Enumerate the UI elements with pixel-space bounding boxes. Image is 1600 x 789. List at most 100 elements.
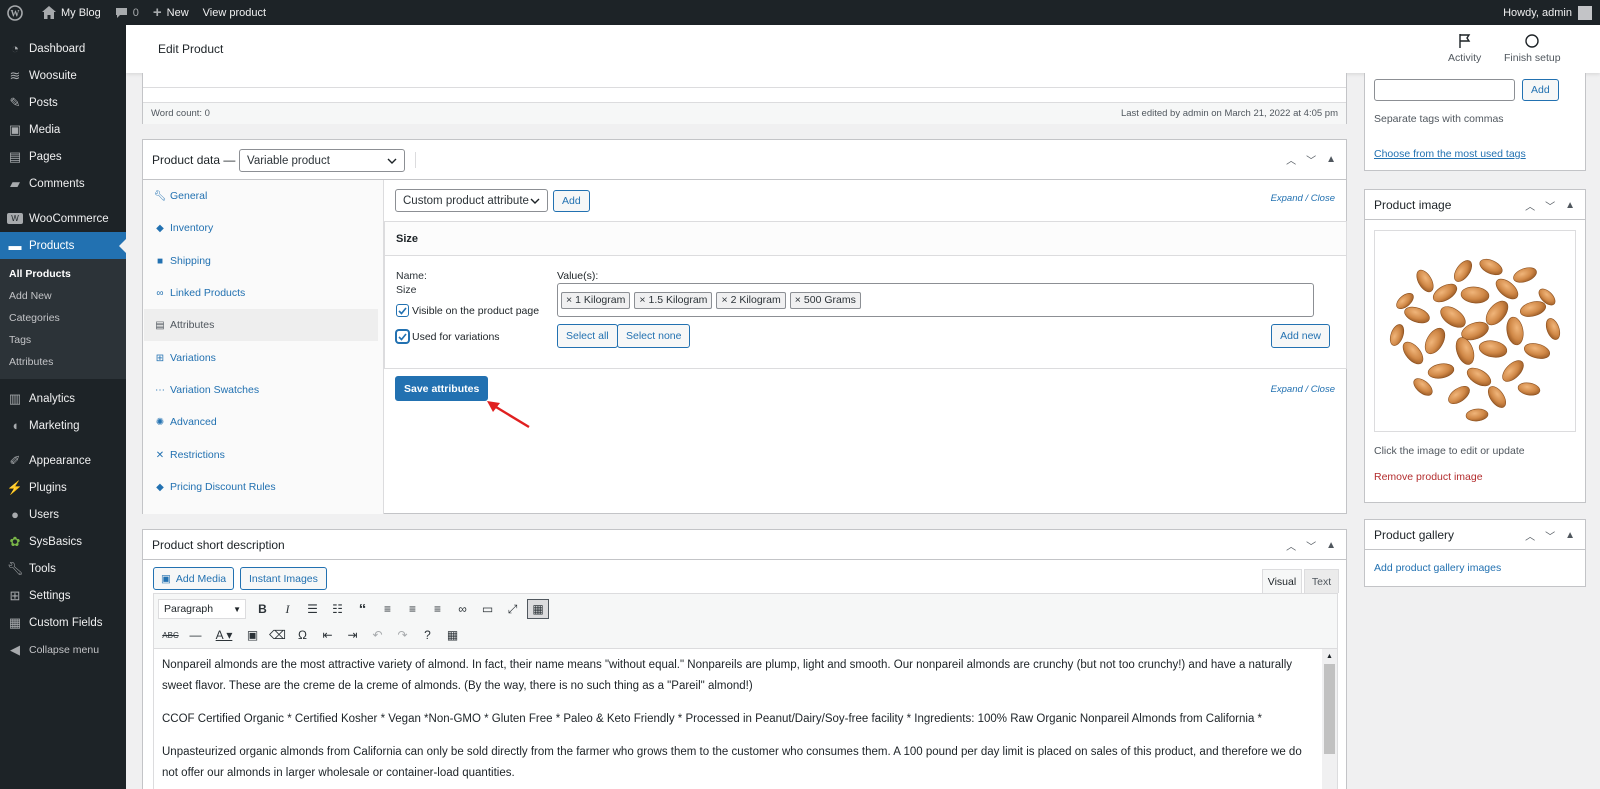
used-for-variations-checkbox[interactable] — [396, 330, 409, 343]
editor-content[interactable]: Nonpareil almonds are the most attractiv… — [153, 649, 1338, 789]
sidebar-item-users[interactable]: ● Users — [0, 501, 126, 528]
submenu-tags[interactable]: Tags — [0, 329, 126, 351]
align-left-icon[interactable]: ≡ — [375, 598, 400, 620]
visible-checkbox[interactable] — [396, 304, 409, 317]
sidebar-item-media[interactable]: ▣ Media — [0, 116, 126, 143]
attribute-header[interactable]: Size — [385, 222, 1346, 256]
toggle-panel-icon[interactable]: ▲ — [1565, 200, 1575, 211]
save-attributes-button[interactable]: Save attributes — [395, 376, 489, 401]
scroll-up-icon[interactable]: ▲ — [1322, 649, 1337, 664]
sidebar-item-posts[interactable]: ✎ Posts — [0, 89, 126, 116]
horizontal-line-icon[interactable]: — — [183, 624, 208, 646]
clear-formatting-icon[interactable]: ⌫ — [265, 624, 290, 646]
tab-pricing-discount-rules[interactable]: ◆ Pricing Discount Rules — [144, 471, 378, 503]
comments-link[interactable]: 0 — [108, 0, 146, 25]
choose-most-used-tags-link[interactable]: Choose from the most used tags — [1374, 148, 1526, 160]
add-tag-button[interactable]: Add — [1522, 79, 1559, 101]
my-account[interactable]: Howdy, admin — [1503, 5, 1600, 20]
sidebar-item-settings[interactable]: ⊞ Settings — [0, 582, 126, 609]
new-content-link[interactable]: + New — [146, 0, 196, 25]
value-token[interactable]: × 1 Kilogram — [561, 291, 631, 309]
move-down-icon[interactable]: ﹀ — [1545, 198, 1555, 213]
strikethrough-icon[interactable]: ABC — [158, 624, 183, 646]
remove-product-image-link[interactable]: Remove product image — [1374, 471, 1483, 483]
visual-tab[interactable]: Visual — [1262, 569, 1302, 593]
sidebar-item-tools[interactable]: 🔧︎ Tools — [0, 555, 126, 582]
submenu-add-new[interactable]: Add New — [0, 285, 126, 307]
toggle-panel-icon[interactable]: ▲ — [1565, 530, 1575, 541]
submenu-all-products[interactable]: All Products — [0, 263, 126, 285]
site-name-link[interactable]: My Blog — [35, 0, 108, 25]
select-none-button[interactable]: Select none — [617, 324, 691, 348]
indent-icon[interactable]: ⇥ — [340, 624, 365, 646]
add-media-button[interactable]: ▣ Add Media — [153, 567, 235, 590]
toggle-panel-icon[interactable]: ▲ — [1326, 154, 1336, 165]
values-input[interactable]: × 1 Kilogram × 1.5 Kilogram × 2 Kilogram × 5… — [557, 283, 1314, 317]
special-character-icon[interactable]: Ω — [290, 624, 315, 646]
select-all-button[interactable]: Select all — [557, 324, 618, 348]
remove-token-icon[interactable]: × — [566, 294, 572, 306]
sidebar-item-comments[interactable]: ▰ Comments — [0, 170, 126, 197]
submenu-attributes[interactable]: Attributes — [0, 351, 126, 373]
text-tab[interactable]: Text — [1304, 569, 1339, 593]
paste-text-icon[interactable]: ▣ — [240, 624, 265, 646]
align-right-icon[interactable]: ≡ — [425, 598, 450, 620]
instant-images-button[interactable]: Instant Images — [240, 567, 327, 590]
finish-setup-button[interactable]: Finish setup — [1504, 33, 1561, 64]
tab-shipping[interactable]: ■ Shipping — [144, 245, 378, 277]
wp-logo-menu[interactable]: W — [0, 0, 35, 25]
view-product-link[interactable]: View product — [196, 0, 273, 25]
scroll-down-icon[interactable]: ▼ — [1322, 784, 1337, 789]
tab-inventory[interactable]: ◆ Inventory — [144, 212, 378, 244]
fullscreen-icon[interactable]: ⤢ — [500, 598, 525, 620]
tab-variations[interactable]: ⊞ Variations — [144, 342, 378, 374]
expand-close-top[interactable]: Expand / Close — [1271, 193, 1335, 204]
sidebar-item-custom-fields[interactable]: ▦ Custom Fields — [0, 609, 126, 636]
tab-restrictions[interactable]: ✕ Restrictions — [144, 439, 378, 471]
value-token[interactable]: × 2 Kilogram — [716, 291, 786, 309]
activity-button[interactable]: Activity — [1448, 33, 1481, 64]
link-icon[interactable]: ∞ — [450, 598, 475, 620]
numbered-list-icon[interactable]: ☷ — [325, 598, 350, 620]
sidebar-item-dashboard[interactable]: ◔ Dashboard — [0, 35, 126, 62]
sidebar-item-analytics[interactable]: ▥ Analytics — [0, 385, 126, 412]
bullet-list-icon[interactable]: ☰ — [300, 598, 325, 620]
tag-input[interactable] — [1374, 79, 1515, 101]
sidebar-item-plugins[interactable]: ⚡ Plugins — [0, 474, 126, 501]
product-image[interactable] — [1374, 230, 1576, 432]
blockquote-icon[interactable]: “ — [350, 598, 375, 620]
help-icon[interactable]: ? — [415, 624, 440, 646]
add-new-value-button[interactable]: Add new — [1271, 324, 1330, 348]
undo-icon[interactable]: ↶ — [365, 624, 390, 646]
tab-general[interactable]: 🔧︎ General — [144, 180, 378, 212]
scrollbar-thumb[interactable] — [1324, 664, 1335, 754]
move-up-icon[interactable]: ︿ — [1286, 538, 1296, 553]
sidebar-item-pages[interactable]: ▤ Pages — [0, 143, 126, 170]
move-up-icon[interactable]: ︿ — [1525, 528, 1535, 543]
move-up-icon[interactable]: ︿ — [1286, 152, 1296, 167]
expand-close-bottom[interactable]: Expand / Close — [1271, 384, 1335, 395]
redo-icon[interactable]: ↷ — [390, 624, 415, 646]
align-center-icon[interactable]: ≡ — [400, 598, 425, 620]
value-token[interactable]: × 500 Grams — [789, 291, 861, 309]
outdent-icon[interactable]: ⇤ — [315, 624, 340, 646]
collapse-menu-button[interactable]: ◀ Collapse menu — [0, 636, 126, 663]
toggle-panel-icon[interactable]: ▲ — [1326, 540, 1336, 551]
move-down-icon[interactable]: ﹀ — [1306, 152, 1316, 167]
toolbar-toggle-icon[interactable]: ▦ — [527, 599, 549, 619]
tab-advanced[interactable]: ✺ Advanced — [144, 406, 378, 438]
attribute-type-select[interactable]: Custom product attribute — [395, 189, 548, 212]
sidebar-item-woosuite[interactable]: ≋ Woosuite — [0, 62, 126, 89]
move-up-icon[interactable]: ︿ — [1525, 198, 1535, 213]
table-icon[interactable]: ▦ — [440, 624, 465, 646]
bold-icon[interactable]: B — [250, 598, 275, 620]
remove-token-icon[interactable]: × — [721, 294, 727, 306]
move-down-icon[interactable]: ﹀ — [1306, 538, 1316, 553]
move-down-icon[interactable]: ﹀ — [1545, 528, 1555, 543]
product-type-select[interactable]: Variable product — [239, 149, 405, 172]
sidebar-item-marketing[interactable]: ◖ Marketing — [0, 412, 126, 439]
sidebar-item-woocommerce[interactable]: W WooCommerce — [0, 205, 126, 232]
tab-linked-products[interactable]: ∞ Linked Products — [144, 277, 378, 309]
italic-icon[interactable]: I — [275, 598, 300, 620]
add-attribute-button[interactable]: Add — [553, 190, 590, 212]
